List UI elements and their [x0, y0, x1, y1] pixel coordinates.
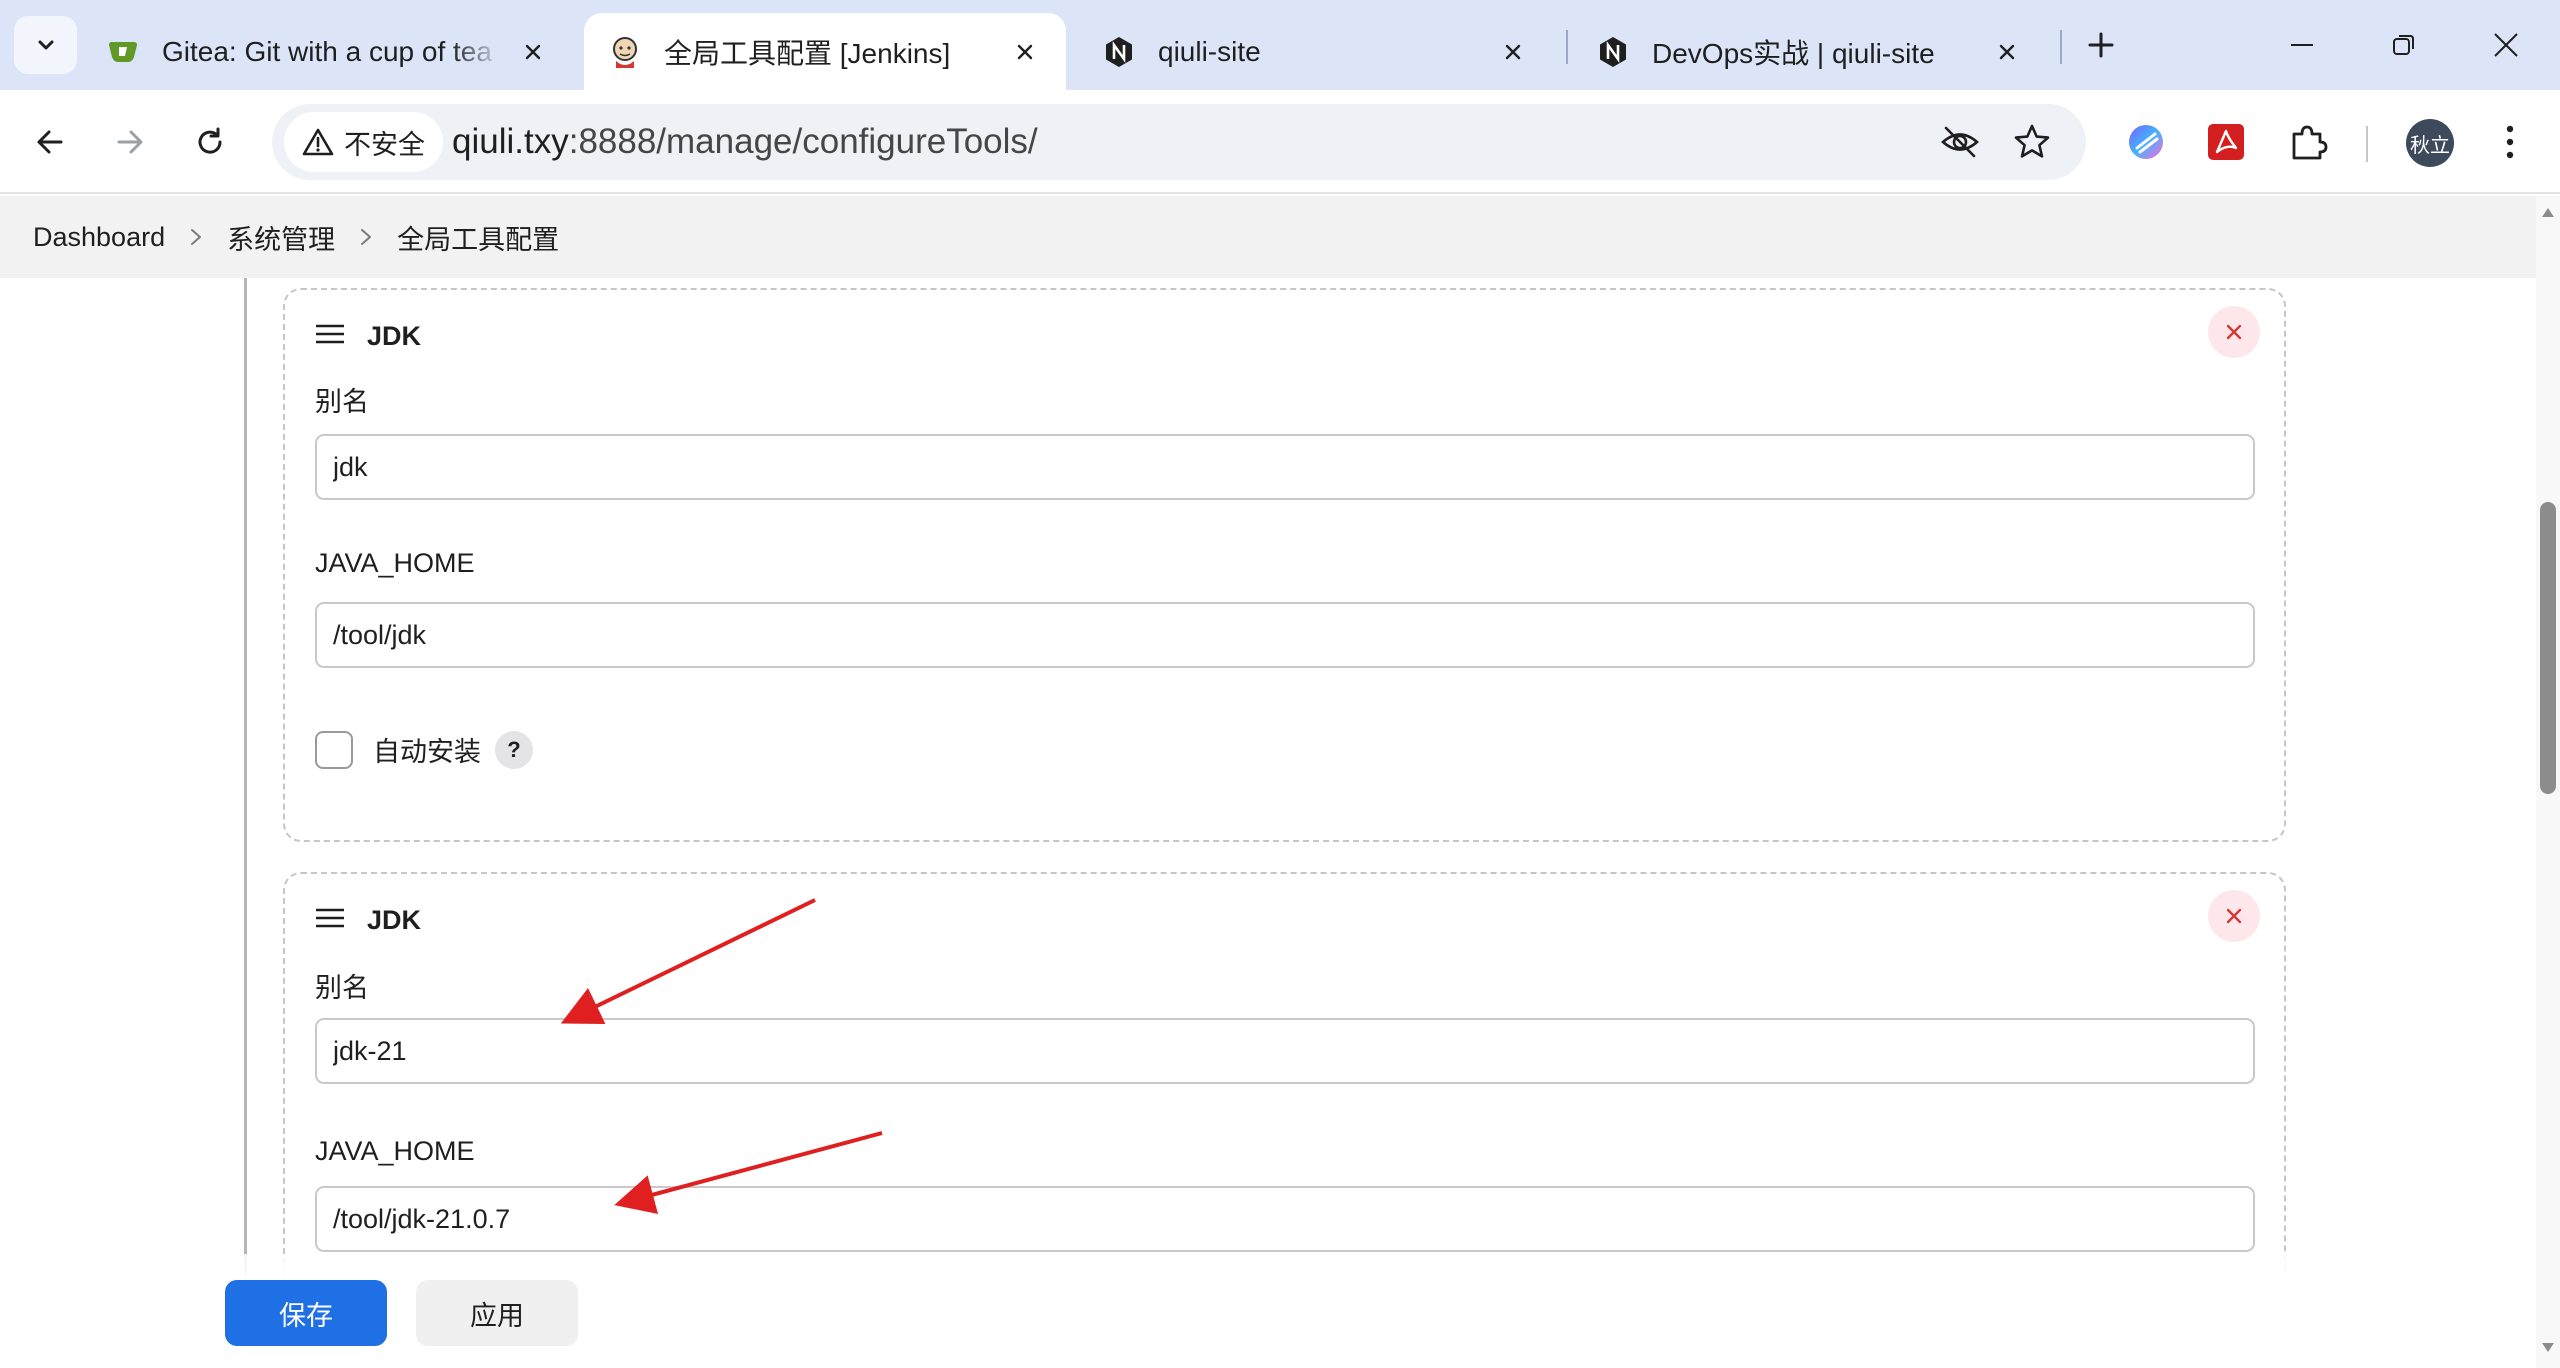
extension-pdf-button[interactable] — [2198, 114, 2254, 170]
close-tab-icon[interactable] — [516, 35, 550, 69]
scrollbar-thumb[interactable] — [2540, 502, 2556, 794]
chevron-right-icon — [359, 227, 373, 247]
warning-icon — [302, 128, 334, 156]
section-indent-rule — [244, 278, 247, 1278]
breadcrumb: Dashboard 系统管理 全局工具配置 — [0, 196, 2536, 278]
delete-jdk-button[interactable] — [2208, 890, 2260, 942]
gradient-orb-icon — [2129, 125, 2163, 159]
jenkins-icon — [608, 35, 642, 69]
chevron-right-icon — [189, 227, 203, 247]
apply-button[interactable]: 应用 — [416, 1280, 578, 1346]
minimize-icon — [2291, 44, 2313, 46]
toolbar-separator — [2366, 126, 2368, 162]
puzzle-icon — [2292, 125, 2328, 160]
card-title: JDK — [367, 904, 422, 935]
site-security-chip[interactable]: 不安全 — [284, 112, 443, 172]
profile-avatar[interactable]: 秋立 — [2406, 119, 2454, 167]
jdk-alias-input[interactable] — [315, 1018, 2255, 1084]
restore-window-button[interactable] — [2354, 0, 2454, 90]
nginx-n-icon — [1596, 35, 1630, 69]
address-bar[interactable]: 不安全 qiuli.txy:8888/manage/configureTools… — [272, 104, 2086, 180]
security-label: 不安全 — [344, 129, 425, 160]
java-home-label: JAVA_HOME — [315, 548, 475, 578]
close-window-button[interactable] — [2456, 0, 2556, 90]
tab-search-button[interactable] — [14, 16, 77, 74]
breadcrumb-manage-jenkins[interactable]: 系统管理 — [227, 218, 335, 257]
tab-devops-qiuli-site[interactable]: DevOps实战 | qiuli-site — [1572, 13, 2048, 90]
drag-handle-icon[interactable] — [315, 323, 345, 350]
browser-toolbar: 不安全 qiuli.txy:8888/manage/configureTools… — [0, 90, 2560, 194]
tab-title: 全局工具配置 [Jenkins] — [664, 37, 951, 69]
close-icon — [2494, 33, 2518, 57]
browser-menu-button[interactable] — [2482, 114, 2538, 170]
restore-icon — [2393, 35, 2414, 55]
drag-handle-icon[interactable] — [315, 907, 345, 934]
plus-icon — [2088, 32, 2114, 58]
forward-button[interactable] — [100, 112, 160, 172]
close-icon — [2226, 324, 2242, 340]
jdk-installation-card: JDK 别名 JAVA_HOME 自动安装 ? — [283, 288, 2286, 842]
eye-slash-icon — [1941, 126, 1979, 158]
arrow-right-icon — [117, 130, 143, 154]
breadcrumb-global-tool-config[interactable]: 全局工具配置 — [397, 218, 559, 257]
tab-title: Gitea: Git with a cup of tea — [162, 35, 492, 67]
tab-title: DevOps实战 | qiuli-site — [1652, 37, 1935, 69]
chevron-down-icon — [38, 40, 53, 50]
url-host: qiuli.txy — [452, 122, 569, 161]
extension-ai-button[interactable] — [2118, 114, 2174, 170]
close-icon — [2226, 908, 2242, 924]
auto-install-checkbox[interactable] — [315, 730, 353, 769]
tracking-protection-button[interactable] — [1936, 118, 1984, 166]
tab-gitea[interactable]: Gitea: Git with a cup of tea — [82, 13, 574, 90]
tab-separator — [1566, 30, 1568, 64]
scroll-up-arrow-icon[interactable] — [2540, 204, 2556, 220]
auto-install-row: 自动安装 ? — [315, 730, 533, 769]
tab-separator — [2060, 30, 2062, 64]
help-icon[interactable]: ? — [495, 730, 533, 769]
card-header: JDK — [315, 314, 421, 358]
java-home-input[interactable] — [315, 1186, 2255, 1252]
url-text: qiuli.txy:8888/manage/configureTools/ — [452, 104, 1038, 180]
form-action-bar: 保存 应用 — [0, 1254, 2536, 1368]
close-tab-icon[interactable] — [1990, 35, 2024, 69]
tab-qiuli-site[interactable]: qiuli-site — [1078, 13, 1554, 90]
nginx-n-icon — [1102, 35, 1136, 69]
more-vertical-icon — [2506, 125, 2514, 159]
extensions-menu-button[interactable] — [2280, 114, 2336, 170]
close-tab-icon[interactable] — [1008, 35, 1042, 69]
star-icon — [2014, 124, 2050, 158]
tab-jenkins[interactable]: 全局工具配置 [Jenkins] — [584, 13, 1066, 90]
arrow-left-icon — [37, 130, 63, 154]
tab-title: qiuli-site — [1158, 35, 1261, 67]
gitea-icon — [106, 35, 140, 69]
card-header: JDK — [315, 898, 421, 942]
jdk-alias-input[interactable] — [315, 434, 2255, 500]
url-path: :8888/manage/configureTools/ — [568, 122, 1038, 161]
tool-config-content: JDK 别名 JAVA_HOME 自动安装 ? JDK 别名 JAVA_HOME — [0, 278, 2536, 1368]
page-scrollbar[interactable] — [2536, 196, 2560, 1368]
alias-label: 别名 — [315, 973, 369, 1003]
reload-button[interactable] — [180, 112, 240, 172]
card-title: JDK — [367, 320, 422, 351]
delete-jdk-button[interactable] — [2208, 306, 2260, 358]
save-button[interactable]: 保存 — [225, 1280, 387, 1346]
breadcrumb-dashboard[interactable]: Dashboard — [33, 222, 165, 253]
scroll-down-arrow-icon[interactable] — [2540, 1340, 2556, 1356]
java-home-input[interactable] — [315, 602, 2255, 668]
pdf-icon — [2208, 124, 2244, 160]
browser-tab-strip: Gitea: Git with a cup of tea 全局工具配置 [Jen… — [0, 0, 2560, 90]
reload-icon — [198, 127, 222, 154]
close-tab-icon[interactable] — [1496, 35, 1530, 69]
new-tab-button[interactable] — [2078, 22, 2124, 68]
java-home-label: JAVA_HOME — [315, 1136, 475, 1166]
alias-label: 别名 — [315, 387, 369, 417]
back-button[interactable] — [20, 112, 80, 172]
minimize-window-button[interactable] — [2252, 0, 2352, 90]
bookmark-star-button[interactable] — [2008, 118, 2056, 166]
auto-install-label: 自动安装 — [373, 737, 481, 767]
